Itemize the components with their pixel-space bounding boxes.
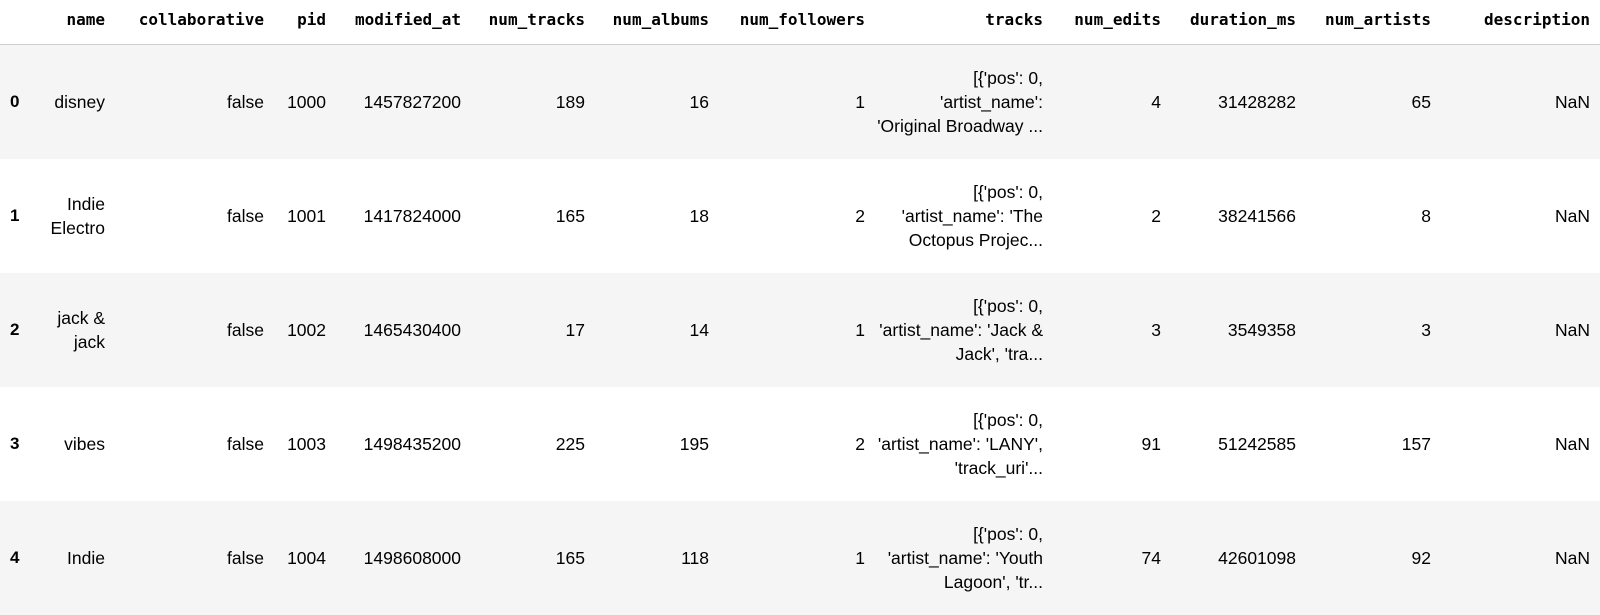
column-header: name [36, 0, 115, 45]
cell-num-tracks: 165 [555, 547, 585, 568]
cell-modified-at: 1498435200 [363, 433, 461, 454]
cell-modified-at: 1498608000 [363, 547, 461, 568]
cell-description: NaN [1554, 205, 1590, 226]
dataframe-table: name collaborative pid modified_at num_t… [0, 0, 1600, 615]
row-index: 4 [10, 547, 20, 567]
row-index: 0 [10, 91, 20, 111]
cell-pid: 1002 [287, 319, 326, 340]
cell-num-tracks: 189 [555, 91, 585, 112]
cell-name: jack & jack [57, 307, 105, 352]
table-row: 4 Indie false 1004 1498608000 165 118 1 … [0, 500, 1600, 615]
cell-name: Indie [67, 547, 105, 568]
cell-description: NaN [1554, 433, 1590, 454]
header-row: name collaborative pid modified_at num_t… [0, 0, 1600, 45]
cell-num-edits: 4 [1151, 91, 1161, 112]
cell-name: disney [54, 91, 105, 112]
cell-num-followers: 1 [855, 91, 865, 112]
cell-collaborative: false [227, 319, 264, 340]
cell-name: vibes [64, 433, 105, 454]
column-header: duration_ms [1171, 0, 1306, 45]
cell-tracks: [{'pos': 0, 'artist_name': 'Youth Lagoon… [887, 523, 1043, 592]
cell-pid: 1004 [287, 547, 326, 568]
cell-num-albums: 14 [689, 319, 709, 340]
cell-tracks: [{'pos': 0, 'artist_name': 'The Octopus … [901, 181, 1043, 250]
cell-collaborative: false [227, 547, 264, 568]
column-header: num_artists [1306, 0, 1441, 45]
table-row: 2 jack & jack false 1002 1465430400 17 1… [0, 272, 1600, 387]
row-index: 2 [10, 319, 20, 339]
cell-num-artists: 92 [1411, 547, 1431, 568]
column-header: num_edits [1053, 0, 1171, 45]
cell-pid: 1000 [287, 91, 326, 112]
cell-num-followers: 1 [855, 547, 865, 568]
cell-num-edits: 2 [1151, 205, 1161, 226]
cell-num-tracks: 225 [555, 433, 585, 454]
cell-collaborative: false [227, 91, 264, 112]
cell-duration-ms: 31428282 [1218, 91, 1296, 112]
cell-tracks: [{'pos': 0, 'artist_name': 'Jack & Jack'… [879, 295, 1043, 364]
cell-description: NaN [1554, 319, 1590, 340]
cell-modified-at: 1465430400 [363, 319, 461, 340]
cell-description: NaN [1554, 91, 1590, 112]
cell-collaborative: false [227, 433, 264, 454]
column-header: description [1441, 0, 1600, 45]
cell-modified-at: 1417824000 [363, 205, 461, 226]
cell-duration-ms: 38241566 [1218, 205, 1296, 226]
column-header: num_followers [719, 0, 875, 45]
column-header: num_tracks [471, 0, 595, 45]
cell-num-tracks: 17 [565, 319, 585, 340]
cell-pid: 1001 [287, 205, 326, 226]
table-row: 0 disney false 1000 1457827200 189 16 1 … [0, 44, 1600, 159]
table-row: 3 vibes false 1003 1498435200 225 195 2 … [0, 386, 1600, 501]
cell-num-albums: 18 [689, 205, 709, 226]
cell-num-albums: 195 [679, 433, 709, 454]
row-index: 3 [10, 433, 20, 453]
column-header: num_albums [595, 0, 719, 45]
cell-num-artists: 65 [1411, 91, 1431, 112]
cell-duration-ms: 3549358 [1227, 319, 1296, 340]
cell-num-albums: 118 [681, 547, 709, 568]
cell-description: NaN [1554, 547, 1590, 568]
cell-num-followers: 1 [855, 319, 865, 340]
cell-num-edits: 3 [1151, 319, 1161, 340]
cell-name: Indie Electro [50, 193, 105, 238]
cell-modified-at: 1457827200 [363, 91, 461, 112]
cell-pid: 1003 [287, 433, 326, 454]
cell-duration-ms: 51242585 [1218, 433, 1296, 454]
table-row: 1 Indie Electro false 1001 1417824000 16… [0, 158, 1600, 273]
cell-num-edits: 74 [1141, 547, 1161, 568]
cell-collaborative: false [227, 205, 264, 226]
cell-num-artists: 8 [1421, 205, 1431, 226]
cell-num-albums: 16 [689, 91, 709, 112]
cell-num-artists: 3 [1421, 319, 1431, 340]
column-header: modified_at [336, 0, 471, 45]
cell-num-artists: 157 [1401, 433, 1431, 454]
column-header: pid [274, 0, 336, 45]
cell-num-tracks: 165 [555, 205, 585, 226]
index-header [0, 0, 36, 45]
cell-num-followers: 2 [855, 205, 865, 226]
cell-duration-ms: 42601098 [1218, 547, 1296, 568]
cell-tracks: [{'pos': 0, 'artist_name': 'Original Bro… [877, 67, 1043, 136]
cell-tracks: [{'pos': 0, 'artist_name': 'LANY', 'trac… [877, 409, 1043, 478]
cell-num-edits: 91 [1141, 433, 1161, 454]
column-header: collaborative [115, 0, 274, 45]
row-index: 1 [10, 205, 20, 225]
cell-num-followers: 2 [855, 433, 865, 454]
column-header: tracks [875, 0, 1053, 45]
